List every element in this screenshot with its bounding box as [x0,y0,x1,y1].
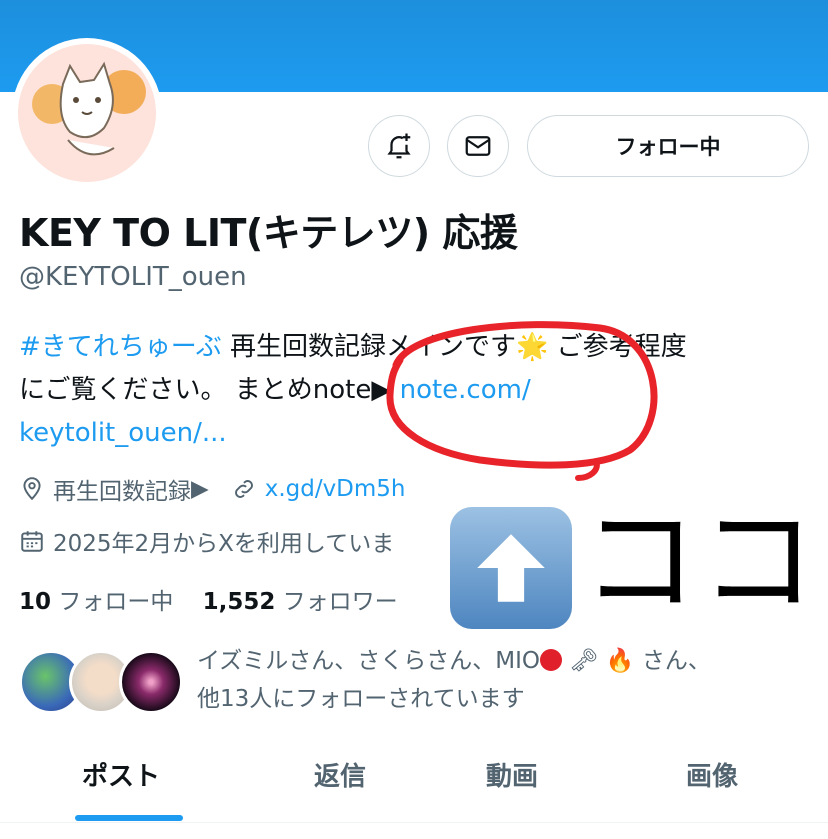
followers-count: 1,552 [202,589,276,615]
profile-bio: #きてれちゅーぶ 再生回数記録メインです🌟 ご参考程度 にご覧ください。 まとめ… [19,326,809,455]
notification-bell-button[interactable] [368,115,430,177]
bio-note-link-cont[interactable]: keytolit_ouen/... [19,418,227,448]
bio-hashtag-link[interactable]: #きてれちゅーぶ [19,332,222,362]
up-arrow-icon [450,507,572,629]
bio-text: 再生回数記録メインです [221,332,517,362]
envelope-icon [465,136,491,156]
fire-emoji-icon: 🔥 [605,648,635,674]
tab-posts[interactable]: ポスト [82,756,160,793]
tabs-divider [0,822,828,823]
profile-handle: @KEYTOLIT_ouen [19,262,247,292]
calendar-icon [21,531,43,552]
key-emoji-icon: 🗝 [569,648,599,674]
followed-by-suffix: さん、 [641,648,711,674]
website-link[interactable]: x.gd/vDm5h [265,476,406,502]
bell-plus-icon [387,133,411,159]
following-count: 10 [19,589,52,615]
tab-media[interactable]: 画像 [686,756,738,793]
play-triangle-icon: ▶ [371,375,400,405]
bio-text: ご参考程度 [548,332,687,362]
profile-tabs: ポスト 返信 動画 画像 [0,742,828,822]
annotation-text: ココ [582,494,818,629]
link-icon [234,480,253,498]
following-label: フォロー中 [58,589,174,615]
following-button[interactable]: フォロー中 [527,115,809,177]
sparkle-emoji-icon: 🌟 [516,332,549,362]
followers-label: フォロワー [282,589,398,615]
active-tab-indicator [75,815,183,821]
play-triangle-icon: ▶ [191,476,209,502]
location-pin-icon [23,477,41,501]
bio-text: にご覧ください。 まとめnote [19,375,372,405]
profile-avatar[interactable] [12,38,162,188]
bio-note-link[interactable]: note.com/ [400,375,531,405]
profile-name: KEY TO LIT(キテレツ) 応援 [19,211,518,255]
followed-by-others: 他13人にフォローされています [197,686,525,712]
follow-stats: 10 フォロー中 1,552 フォロワー [19,582,398,616]
message-button[interactable] [447,115,509,177]
avatar-image [18,44,156,182]
joined-text: 2025年2月からXを利用していま [53,531,395,557]
profile-meta-location-row: 再生回数記録 ▶ x.gd/vDm5h [19,472,406,506]
tab-replies[interactable]: 返信 [314,756,366,793]
location-text: 再生回数記録 [53,479,191,505]
red-circle-icon [540,649,563,671]
followers-link[interactable]: 1,552 フォロワー [203,589,398,615]
followed-by-names: イズミルさん、さくらさん、MIO [197,648,541,674]
tab-videos[interactable]: 動画 [486,756,538,793]
profile-meta-joined-row: 2025年2月からXを利用していま [19,524,394,558]
following-link[interactable]: 10 フォロー中 [19,589,173,615]
follower-avatar [119,650,183,714]
followers-you-know-text[interactable]: イズミルさん、さくらさん、MIO 🗝 🔥 さん、 他13人にフォローされています [197,642,817,718]
